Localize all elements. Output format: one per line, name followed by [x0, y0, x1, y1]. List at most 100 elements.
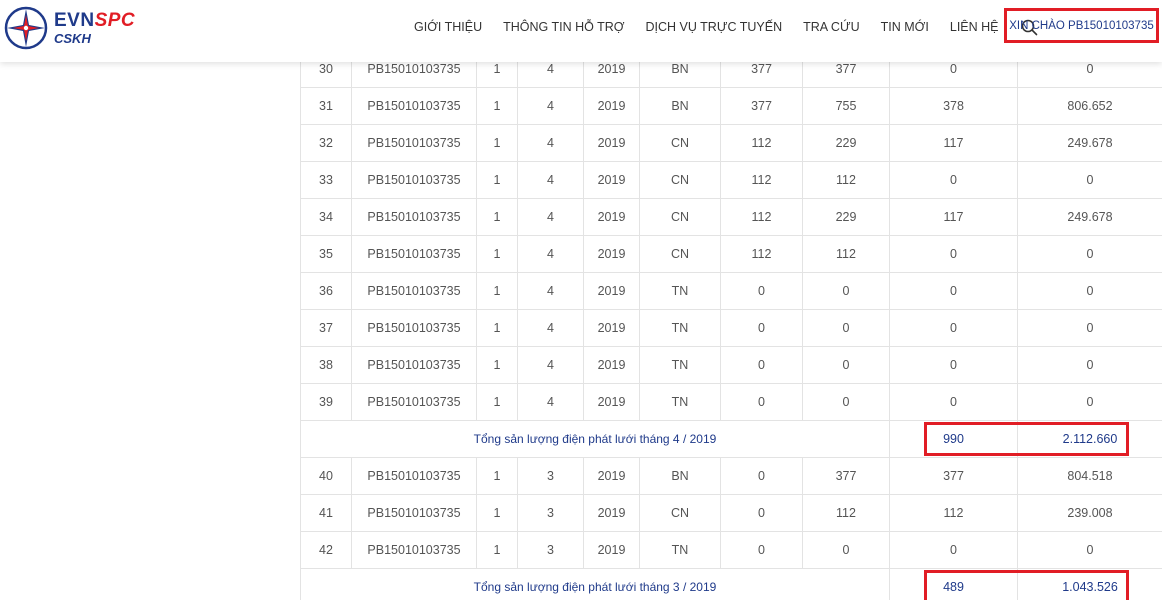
cell-ma: PB15010103735	[351, 346, 477, 384]
cell-bo-so: CN	[639, 494, 721, 532]
table-total-row: Tổng sản lượng điện phát lưới tháng 4 / …	[300, 420, 1162, 458]
cell-thang: 4	[517, 235, 584, 273]
cell-bo-so: CN	[639, 198, 721, 236]
cell-c1: 1	[476, 272, 518, 310]
cell-nam: 2019	[583, 272, 640, 310]
cell-san-luong: 0	[889, 531, 1018, 569]
cell-chi-so-cu: 112	[720, 198, 803, 236]
cell-chi-so-moi: 0	[802, 346, 890, 384]
billing-table: 30 PB15010103735 1 4 2019 BN 377 377 0 0 31 PB15010…	[300, 50, 1162, 600]
cell-nam: 2019	[583, 309, 640, 347]
cell-thanh-tien: 806.652	[1017, 87, 1162, 125]
cell-ma: PB15010103735	[351, 235, 477, 273]
cell-nam: 2019	[583, 235, 640, 273]
cell-san-luong: 117	[889, 198, 1018, 236]
cell-thang: 4	[517, 87, 584, 125]
cell-thang: 4	[517, 161, 584, 199]
total-label: Tổng sản lượng điện phát lưới tháng 4 / …	[300, 420, 890, 458]
cell-stt: 33	[300, 161, 352, 199]
billing-table-container: 30 PB15010103735 1 4 2019 BN 377 377 0 0 31 PB15010…	[300, 50, 1162, 600]
cell-bo-so: TN	[639, 383, 721, 421]
table-row: 33 PB15010103735 1 4 2019 CN 112 112 0 0	[300, 161, 1162, 199]
table-row: 41 PB15010103735 1 3 2019 CN 0 112 112 239.008	[300, 494, 1162, 532]
evn-compass-icon	[4, 6, 48, 50]
cell-thang: 4	[517, 309, 584, 347]
cell-ma: PB15010103735	[351, 457, 477, 495]
nav-item-dich-vu-truc-tuyen[interactable]: DỊCH VỤ TRỰC TUYẾN	[646, 20, 783, 34]
cell-thanh-tien: 249.678	[1017, 198, 1162, 236]
cell-san-luong: 0	[889, 272, 1018, 310]
cell-thang: 4	[517, 383, 584, 421]
evnspc-logo[interactable]: EVNSPC CSKH	[4, 4, 154, 52]
user-greeting[interactable]: XIN CHÀO PB15010103735	[1009, 20, 1153, 32]
cell-thanh-tien: 249.678	[1017, 124, 1162, 162]
nav-item-thong-tin-ho-tro[interactable]: THÔNG TIN HỖ TRỢ	[503, 20, 624, 34]
cell-san-luong: 378	[889, 87, 1018, 125]
cell-chi-so-cu: 0	[720, 346, 803, 384]
cell-stt: 37	[300, 309, 352, 347]
cell-c1: 1	[476, 457, 518, 495]
cell-thanh-tien: 804.518	[1017, 457, 1162, 495]
total-san-luong: 990	[889, 420, 1018, 458]
table-row: 36 PB15010103735 1 4 2019 TN 0 0 0 0	[300, 272, 1162, 310]
cell-chi-so-moi: 112	[802, 235, 890, 273]
cell-thang: 3	[517, 494, 584, 532]
cell-thanh-tien: 0	[1017, 383, 1162, 421]
cell-nam: 2019	[583, 494, 640, 532]
cell-nam: 2019	[583, 198, 640, 236]
total-label: Tổng sản lượng điện phát lưới tháng 3 / …	[300, 568, 890, 600]
table-row: 39 PB15010103735 1 4 2019 TN 0 0 0 0	[300, 383, 1162, 421]
total-thanh-tien: 2.112.660	[1017, 420, 1162, 458]
cell-san-luong: 0	[889, 235, 1018, 273]
cell-ma: PB15010103735	[351, 124, 477, 162]
cell-chi-so-cu: 112	[720, 161, 803, 199]
cell-thanh-tien: 0	[1017, 272, 1162, 310]
logo-evn-text: EVN	[54, 10, 95, 31]
cell-thang: 4	[517, 124, 584, 162]
table-row: 32 PB15010103735 1 4 2019 CN 112 229 117 249.678	[300, 124, 1162, 162]
nav-item-lien-he[interactable]: LIÊN HỆ	[950, 20, 999, 34]
cell-ma: PB15010103735	[351, 309, 477, 347]
cell-c1: 1	[476, 383, 518, 421]
cell-nam: 2019	[583, 383, 640, 421]
cell-chi-so-cu: 0	[720, 457, 803, 495]
cell-nam: 2019	[583, 457, 640, 495]
cell-chi-so-moi: 377	[802, 457, 890, 495]
cell-stt: 40	[300, 457, 352, 495]
cell-stt: 36	[300, 272, 352, 310]
cell-thanh-tien: 0	[1017, 346, 1162, 384]
cell-nam: 2019	[583, 346, 640, 384]
cell-chi-so-moi: 112	[802, 161, 890, 199]
table-row: 37 PB15010103735 1 4 2019 TN 0 0 0 0	[300, 309, 1162, 347]
cell-bo-so: TN	[639, 531, 721, 569]
cell-c1: 1	[476, 346, 518, 384]
cell-chi-so-moi: 229	[802, 124, 890, 162]
nav-item-tra-cuu[interactable]: TRA CỨU	[803, 20, 860, 34]
cell-c1: 1	[476, 161, 518, 199]
cell-bo-so: TN	[639, 309, 721, 347]
cell-ma: PB15010103735	[351, 161, 477, 199]
cell-chi-so-cu: 0	[720, 531, 803, 569]
cell-thang: 4	[517, 198, 584, 236]
cell-ma: PB15010103735	[351, 87, 477, 125]
table-body: 30 PB15010103735 1 4 2019 BN 377 377 0 0 31 PB15010…	[300, 50, 1162, 600]
cell-chi-so-cu: 377	[720, 87, 803, 125]
cell-san-luong: 0	[889, 309, 1018, 347]
cell-c1: 1	[476, 198, 518, 236]
cell-ma: PB15010103735	[351, 383, 477, 421]
nav-item-gioi-thieu[interactable]: GIỚI THIỆU	[414, 20, 482, 34]
total-thanh-tien: 1.043.526	[1017, 568, 1162, 600]
cell-chi-so-moi: 229	[802, 198, 890, 236]
cell-c1: 1	[476, 309, 518, 347]
cell-chi-so-moi: 0	[802, 383, 890, 421]
logo-spc-text: SPC	[94, 10, 136, 31]
cell-thanh-tien: 0	[1017, 235, 1162, 273]
logo-wordmark: EVNSPC CSKH	[54, 11, 135, 45]
cell-nam: 2019	[583, 531, 640, 569]
cell-thang: 4	[517, 346, 584, 384]
cell-chi-so-moi: 0	[802, 309, 890, 347]
cell-stt: 38	[300, 346, 352, 384]
cell-bo-so: BN	[639, 457, 721, 495]
cell-bo-so: TN	[639, 272, 721, 310]
nav-item-tin-moi[interactable]: TIN MỚI	[881, 20, 929, 34]
